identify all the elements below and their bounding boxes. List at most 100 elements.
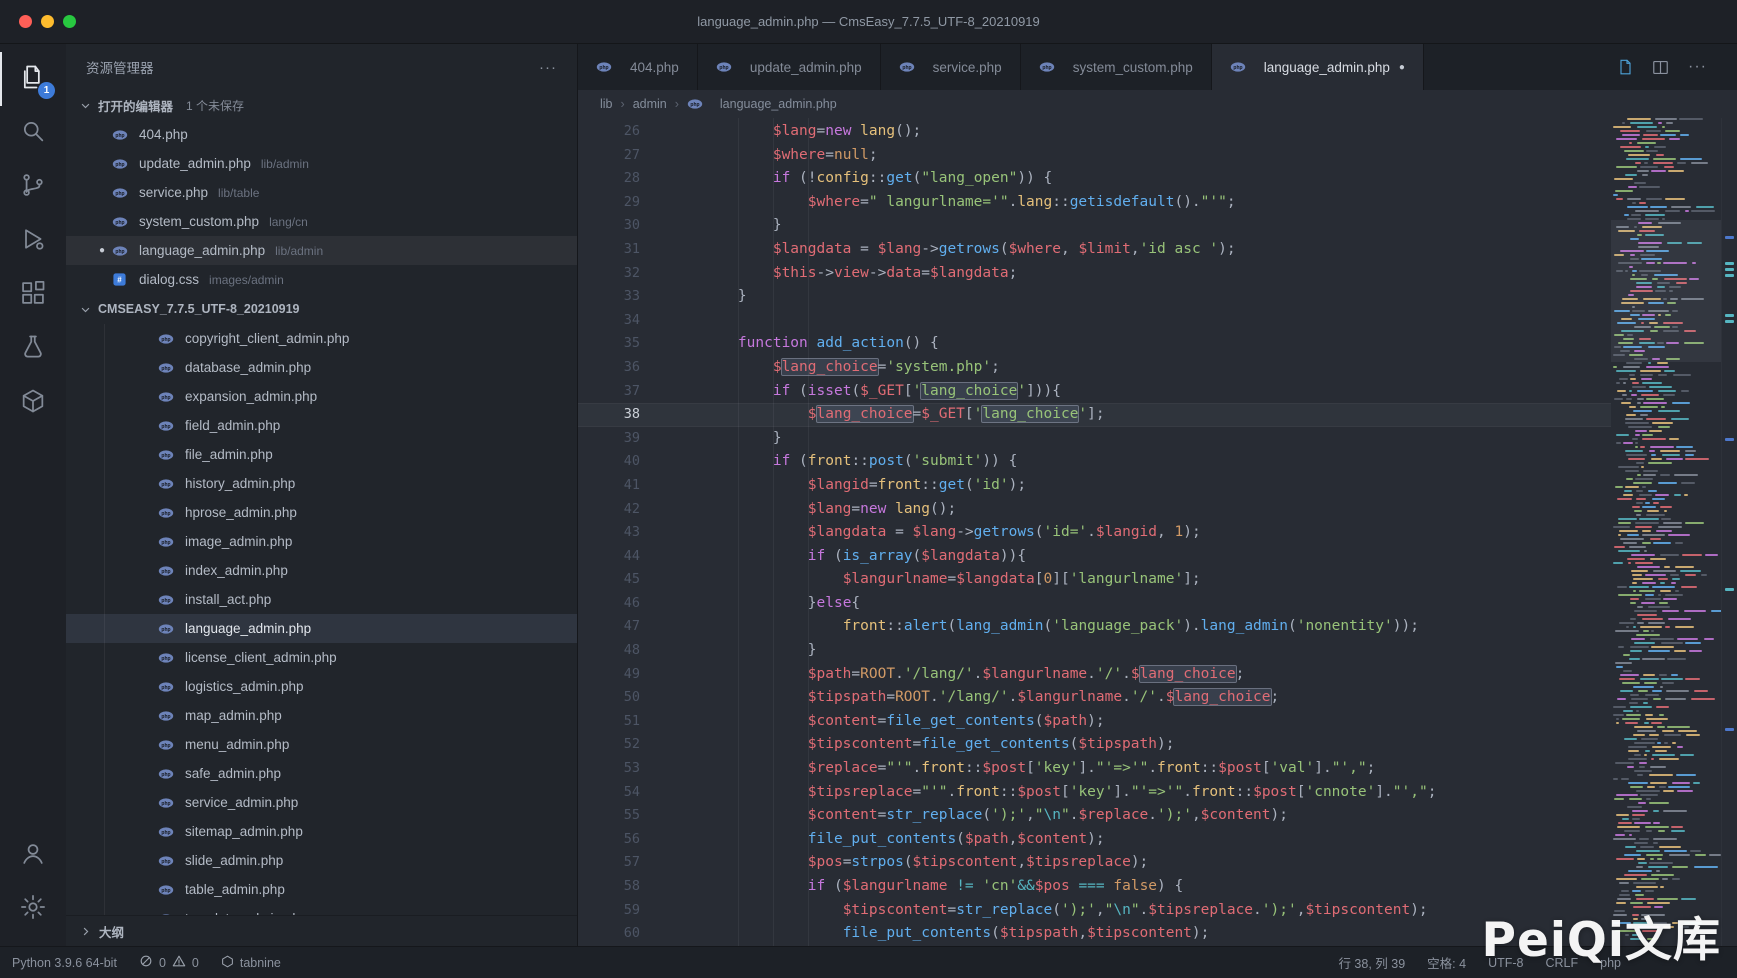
status-python-version[interactable]: Python 3.9.6 64-bit (12, 956, 117, 970)
open-editor-404.php[interactable]: php 404.php (66, 120, 577, 149)
code-line-56[interactable]: 56 file_put_contents($path,$content); (578, 828, 1611, 852)
minimize-window-button[interactable] (41, 15, 54, 28)
status-indentation[interactable]: 空格: 4 (1427, 953, 1466, 972)
tree-item-history_admin.php[interactable]: php history_admin.php (66, 469, 577, 498)
activity-extensions-button[interactable] (0, 268, 66, 322)
activity-testing-button[interactable] (0, 322, 66, 376)
activity-run-debug-button[interactable] (0, 214, 66, 268)
tab-system_custom.php[interactable]: php system_custom.php (1020, 44, 1212, 90)
tree-item-map_admin.php[interactable]: php map_admin.php (66, 701, 577, 730)
explorer-more-actions-icon[interactable]: ··· (539, 59, 557, 76)
settings-button[interactable] (0, 882, 66, 936)
code-line-29[interactable]: 29 $where=" langurlname='".lang::getisde… (578, 191, 1611, 215)
status-tabnine[interactable]: tabnine (221, 955, 281, 971)
tab-service.php[interactable]: php service.php (880, 44, 1021, 90)
tree-item-hprose_admin.php[interactable]: php hprose_admin.php (66, 498, 577, 527)
tree-item-menu_admin.php[interactable]: php menu_admin.php (66, 730, 577, 759)
code-line-26[interactable]: 26 $lang=new lang(); (578, 120, 1611, 144)
code-line-44[interactable]: 44 if (is_array($langdata)){ (578, 545, 1611, 569)
tree-item-slide_admin.php[interactable]: php slide_admin.php (66, 846, 577, 875)
split-editor-icon[interactable] (1651, 58, 1670, 77)
code-line-37[interactable]: 37 if (isset($_GET['lang_choice'])){ (578, 380, 1611, 404)
code-line-53[interactable]: 53 $replace="'".front::$post['key']."'=>… (578, 757, 1611, 781)
open-editor-language_admin.php[interactable]: ● php language_admin.php lib/admin (66, 236, 577, 265)
tree-item-logistics_admin.php[interactable]: php logistics_admin.php (66, 672, 577, 701)
tree-item-safe_admin.php[interactable]: php safe_admin.php (66, 759, 577, 788)
code-line-40[interactable]: 40 if (front::post('submit')) { (578, 450, 1611, 474)
code-line-38[interactable]: 38 $lang_choice=$_GET['lang_choice']; (578, 403, 1611, 427)
status-cursor-position[interactable]: 行 38, 列 39 (1338, 953, 1405, 972)
tab-language_admin.php[interactable]: php language_admin.php ● (1211, 44, 1424, 90)
code-line-33[interactable]: 33 } (578, 285, 1611, 309)
activity-search-button[interactable] (0, 106, 66, 160)
code-line-57[interactable]: 57 $pos=strpos($tipscontent,$tipsreplace… (578, 851, 1611, 875)
open-editor-dialog.css[interactable]: # dialog.css images/admin (66, 265, 577, 294)
code-line-30[interactable]: 30 } (578, 214, 1611, 238)
more-actions-icon[interactable]: ··· (1688, 58, 1707, 76)
code-line-55[interactable]: 55 $content=str_replace(');',"\n".$repla… (578, 804, 1611, 828)
tree-item-language_admin.php[interactable]: php language_admin.php (66, 614, 577, 643)
code-line-47[interactable]: 47 front::alert(lang_admin('language_pac… (578, 615, 1611, 639)
activity-source-control-button[interactable] (0, 160, 66, 214)
code-line-45[interactable]: 45 $langurlname=$langdata[0]['langurlnam… (578, 568, 1611, 592)
minimap-viewport[interactable] (1611, 220, 1721, 362)
tree-item-install_act.php[interactable]: php install_act.php (66, 585, 577, 614)
close-window-button[interactable] (19, 15, 32, 28)
tree-item-field_admin.php[interactable]: php field_admin.php (66, 411, 577, 440)
tree-item-template_admin.php[interactable]: php template_admin.php (66, 904, 577, 915)
tree-item-file_admin.php[interactable]: php file_admin.php (66, 440, 577, 469)
tree-item-index_admin.php[interactable]: php index_admin.php (66, 556, 577, 585)
open-changes-icon[interactable] (1615, 58, 1633, 76)
activity-explorer-button[interactable]: 1 (0, 52, 66, 106)
code-line-28[interactable]: 28 if (!config::get("lang_open")) { (578, 167, 1611, 191)
code-line-42[interactable]: 42 $lang=new lang(); (578, 498, 1611, 522)
breadcrumb-item-file[interactable]: language_admin.php (720, 97, 837, 111)
code-line-48[interactable]: 48 } (578, 639, 1611, 663)
code-line-49[interactable]: 49 $path=ROOT.'/lang/'.$langurlname.'/'.… (578, 663, 1611, 687)
code-line-58[interactable]: 58 if ($langurlname != 'cn'&&$pos === fa… (578, 875, 1611, 899)
code-line-41[interactable]: 41 $langid=front::get('id'); (578, 474, 1611, 498)
workspace-folder-header[interactable]: CMSEASY_7.7.5_UTF-8_20210919 (66, 294, 577, 324)
code-line-27[interactable]: 27 $where=null; (578, 144, 1611, 168)
code-line-60[interactable]: 60 file_put_contents($tipspath,$tipscont… (578, 922, 1611, 946)
outline-section-header[interactable]: 大纲 (66, 915, 577, 946)
breadcrumb-item-admin[interactable]: admin (633, 97, 667, 111)
code-area[interactable]: 26 $lang=new lang(); 27 $where=null; 28 if… (578, 118, 1611, 946)
code-line-59[interactable]: 59 $tipscontent=str_replace(');',"\n".$t… (578, 899, 1611, 923)
code-line-52[interactable]: 52 $tipscontent=file_get_contents($tipsp… (578, 733, 1611, 757)
tree-item-expansion_admin.php[interactable]: php expansion_admin.php (66, 382, 577, 411)
code-line-50[interactable]: 50 $tipspath=ROOT.'/lang/'.$langurlname.… (578, 686, 1611, 710)
tab-update_admin.php[interactable]: php update_admin.php (697, 44, 881, 90)
tab-404.php[interactable]: php 404.php (578, 44, 698, 90)
code-line-43[interactable]: 43 $langdata = $lang->getrows('id='.$lan… (578, 521, 1611, 545)
open-editors-header[interactable]: 打开的编辑器 1 个未保存 (66, 90, 577, 120)
code-line-36[interactable]: 36 $lang_choice='system.php'; (578, 356, 1611, 380)
code-line-34[interactable]: 34 (578, 309, 1611, 333)
tree-item-sitemap_admin.php[interactable]: php sitemap_admin.php (66, 817, 577, 846)
code-line-31[interactable]: 31 $langdata = $lang->getrows($where, $l… (578, 238, 1611, 262)
code-line-39[interactable]: 39 } (578, 427, 1611, 451)
code-line-51[interactable]: 51 $content=file_get_contents($path); (578, 710, 1611, 734)
status-encoding[interactable]: UTF-8 (1488, 956, 1523, 970)
account-button[interactable] (0, 828, 66, 882)
status-eol[interactable]: CRLF (1545, 956, 1578, 970)
activity-project-manager-button[interactable] (0, 376, 66, 430)
maximize-window-button[interactable] (63, 15, 76, 28)
code-line-35[interactable]: 35 function add_action() { (578, 332, 1611, 356)
open-editor-update_admin.php[interactable]: php update_admin.php lib/admin (66, 149, 577, 178)
open-editor-system_custom.php[interactable]: php system_custom.php lang/cn (66, 207, 577, 236)
tree-item-service_admin.php[interactable]: php service_admin.php (66, 788, 577, 817)
code-line-46[interactable]: 46 }else{ (578, 592, 1611, 616)
breadcrumb-item-lib[interactable]: lib (600, 97, 613, 111)
code-line-32[interactable]: 32 $this->view->data=$langdata; (578, 262, 1611, 286)
status-problems[interactable]: 0 0 (139, 954, 199, 971)
tree-item-database_admin.php[interactable]: php database_admin.php (66, 353, 577, 382)
code-line-54[interactable]: 54 $tipsreplace="'".front::$post['key'].… (578, 781, 1611, 805)
tree-item-license_client_admin.php[interactable]: php license_client_admin.php (66, 643, 577, 672)
tree-item-image_admin.php[interactable]: php image_admin.php (66, 527, 577, 556)
minimap[interactable] (1611, 118, 1721, 946)
tree-item-table_admin.php[interactable]: php table_admin.php (66, 875, 577, 904)
status-language-mode[interactable]: php (1600, 956, 1621, 970)
tree-item-copyright_client_admin.php[interactable]: php copyright_client_admin.php (66, 324, 577, 353)
open-editor-service.php[interactable]: php service.php lib/table (66, 178, 577, 207)
